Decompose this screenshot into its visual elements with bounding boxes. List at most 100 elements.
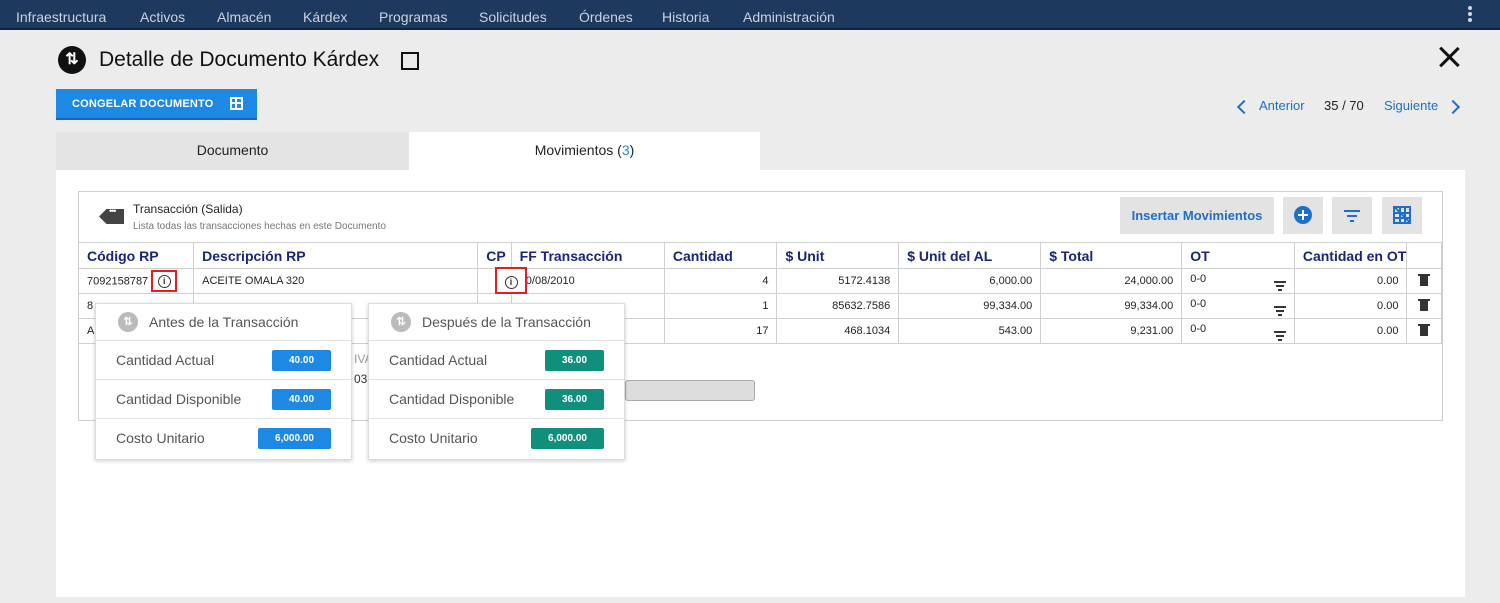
after-info-highlight[interactable]: i [495, 267, 527, 294]
previous-label: Anterior [1259, 98, 1305, 113]
col-unit-al[interactable]: $ Unit del AL [898, 242, 1042, 269]
col-ff-transaccion[interactable]: FF Transacción [511, 242, 665, 269]
value-badge: 6,000.00 [531, 428, 604, 449]
col-codigo-rp[interactable]: Código RP [79, 242, 195, 269]
after-info-button[interactable]: i [495, 267, 527, 294]
filter-icon[interactable] [1273, 330, 1286, 341]
col-cp[interactable]: CP [477, 242, 512, 269]
filter-button[interactable] [1332, 197, 1372, 234]
grid-toggle-button[interactable] [1382, 197, 1422, 234]
filter-icon[interactable] [1273, 305, 1286, 316]
tab-movimientos[interactable]: Movimientos (3) [409, 132, 760, 170]
freeze-document-button[interactable]: CONGELAR DOCUMENTO [56, 89, 257, 120]
previous-link[interactable]: Anterior [1235, 97, 1305, 115]
popover-label: Cantidad Disponible [116, 391, 242, 407]
nav-item-ordenes[interactable]: Órdenes [579, 0, 633, 30]
cell-ot: 0-0 [1190, 272, 1207, 285]
next-label: Siguiente [1384, 98, 1439, 113]
cell-unit: 5172.4138 [776, 268, 900, 294]
filter-icon[interactable] [1273, 280, 1286, 291]
popover-after-header: ⇅ Después de la Transacción [369, 304, 624, 341]
close-icon[interactable] [1436, 44, 1462, 70]
insert-movements-button[interactable]: Insertar Movimientos [1120, 197, 1274, 234]
card-title: Transacción (Salida) [133, 202, 243, 216]
next-link[interactable]: Siguiente [1384, 97, 1461, 115]
chevron-right-icon [1446, 99, 1461, 114]
popover-label: Cantidad Actual [116, 352, 215, 368]
before-info-button[interactable]: i [151, 270, 178, 292]
nav-item-solicitudes[interactable]: Solicitudes [479, 0, 547, 30]
grid-icon [229, 97, 243, 110]
popover-before-title: Antes de la Transacción [149, 314, 299, 330]
swap-icon: ⇅ [391, 312, 411, 332]
cell-unit-al: 543.00 [898, 318, 1042, 344]
background-progress-bar [625, 380, 755, 401]
value-badge: 6,000.00 [258, 428, 331, 449]
popover-row: Costo Unitario 6,000.00 [369, 419, 624, 458]
popover-label: Costo Unitario [116, 430, 205, 446]
grid-off-icon [1393, 206, 1411, 224]
popover-row: Costo Unitario 6,000.00 [96, 419, 351, 458]
nav-item-historia[interactable]: Historia [662, 0, 709, 30]
cell-unit: 468.1034 [776, 318, 900, 344]
tab-movimientos-count: 3 [621, 142, 630, 158]
cell-total: 9,231.00 [1040, 318, 1183, 344]
popover-row: Cantidad Actual 36.00 [369, 341, 624, 380]
value-badge: 36.00 [545, 389, 604, 410]
col-total[interactable]: $ Total [1040, 242, 1183, 269]
col-cantidad[interactable]: Cantidad [664, 242, 778, 269]
cell-ot: 0-0 [1190, 322, 1207, 335]
cell-unit: 85632.7586 [776, 293, 900, 319]
popover-row: Cantidad Disponible 40.00 [96, 380, 351, 419]
cell-cantidad-ot: 0.00 [1294, 293, 1408, 319]
popover-after-transaction: ⇅ Después de la Transacción Cantidad Act… [368, 303, 625, 460]
record-position: 35 / 70 [1324, 98, 1364, 113]
cell-codigo: 7092158787 [87, 275, 149, 288]
popover-before-header: ⇅ Antes de la Transacción [96, 304, 351, 341]
col-actions [1406, 242, 1442, 269]
tab-documento[interactable]: Documento [56, 132, 409, 170]
top-nav: Infraestructura Activos Almacén Kárdex P… [0, 0, 1500, 30]
trash-icon[interactable] [1418, 324, 1431, 337]
col-ot[interactable]: OT [1181, 242, 1295, 269]
popover-before-transaction: ⇅ Antes de la Transacción Cantidad Actua… [95, 303, 352, 460]
popover-label: Costo Unitario [389, 430, 478, 446]
nav-item-kardex[interactable]: Kárdex [303, 0, 347, 30]
col-descripcion-rp[interactable]: Descripción RP [193, 242, 479, 269]
swap-icon: ⇅ [118, 312, 138, 332]
table-row[interactable]: 7092158787 i ACEITE OMALA 320 51 30/08/2… [79, 268, 1442, 294]
col-cantidad-ot[interactable]: Cantidad en OT [1294, 242, 1408, 269]
popover-row: Cantidad Actual 40.00 [96, 341, 351, 380]
add-button[interactable] [1283, 197, 1323, 234]
popover-after-title: Después de la Transacción [422, 314, 591, 330]
col-unit[interactable]: $ Unit [776, 242, 900, 269]
info-icon: i [504, 276, 518, 290]
chevron-left-icon [1236, 99, 1252, 114]
value-badge: 40.00 [272, 350, 331, 371]
popover-row: Cantidad Disponible 36.00 [369, 380, 624, 419]
cell-unit-al: 99,334.00 [898, 293, 1042, 319]
nav-item-infraestructura[interactable]: Infraestructura [16, 0, 106, 30]
freeze-button-label: CONGELAR DOCUMENTO [72, 97, 214, 110]
trash-icon[interactable] [1418, 274, 1431, 287]
cell-total: 99,334.00 [1040, 293, 1183, 319]
tag-icon [99, 209, 124, 224]
cell-cantidad: 4 [664, 268, 778, 294]
nav-item-administracion[interactable]: Administración [743, 0, 835, 30]
tab-movimientos-close: ) [629, 142, 635, 158]
cell-cantidad: 1 [664, 293, 778, 319]
nav-item-activos[interactable]: Activos [140, 0, 185, 30]
nav-item-almacen[interactable]: Almacén [217, 0, 271, 30]
cell-cantidad: 17 [664, 318, 778, 344]
value-badge: 40.00 [272, 389, 331, 410]
document-swap-icon: ⇅ [58, 46, 86, 74]
kebab-menu-icon[interactable] [1465, 5, 1475, 25]
nav-item-programas[interactable]: Programas [379, 0, 447, 30]
cell-cantidad-ot: 0.00 [1294, 318, 1408, 344]
trash-icon[interactable] [1418, 299, 1431, 312]
cell-ot: 0-0 [1190, 297, 1207, 310]
table-header-row: Código RP Descripción RP CP FF Transacci… [79, 242, 1442, 269]
popover-label: Cantidad Actual [389, 352, 488, 368]
title-checkbox[interactable] [401, 52, 419, 70]
cell-descripcion: ACEITE OMALA 320 [193, 268, 479, 294]
